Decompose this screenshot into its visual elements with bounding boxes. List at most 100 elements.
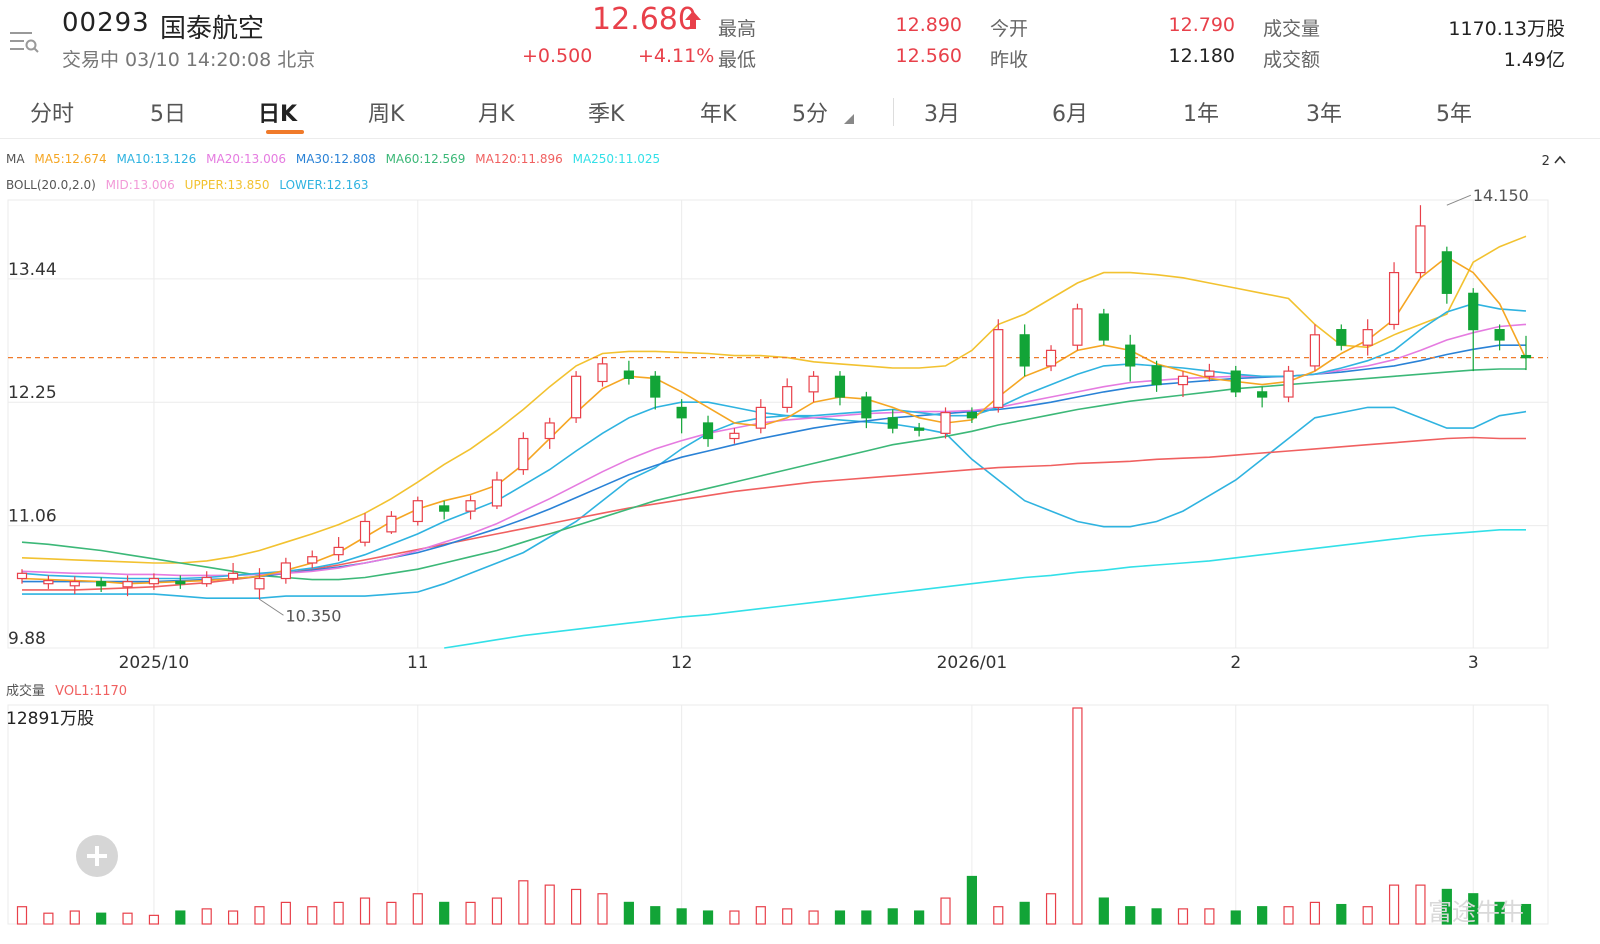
x-tick-label: 3: [1468, 653, 1479, 673]
candle-body: [307, 556, 318, 564]
candle-body: [729, 432, 740, 440]
kline-chart[interactable]: 13.44 12.25 11.06 9.88 2025/10 11 12 2026/01 2 3 1…: [0, 0, 1600, 944]
candle-body: [69, 581, 80, 587]
candle-body: [491, 479, 503, 507]
volume-bar: [1072, 707, 1083, 925]
candle-body: [1415, 225, 1426, 274]
candle-body: [808, 375, 819, 393]
volume-bar: [1309, 901, 1321, 925]
volume-bar: [597, 893, 608, 925]
candle-body: [861, 396, 872, 419]
candle-body: [650, 375, 661, 398]
volume-bar: [966, 875, 977, 925]
y-tick-label: 12.25: [8, 383, 57, 403]
candle-body: [544, 422, 555, 440]
high-annotation: 14.150: [1473, 186, 1529, 205]
volume-bar: [439, 901, 450, 925]
volume-bar: [676, 908, 687, 925]
candle-body: [412, 500, 423, 523]
volume-bar: [1283, 906, 1294, 925]
candle-body: [465, 500, 476, 512]
volume-bar: [914, 910, 925, 925]
candle-body: [1520, 354, 1532, 359]
candle-body: [518, 437, 529, 471]
candle-body: [201, 576, 212, 585]
volume-legend-value: VOL1:1170: [55, 684, 128, 699]
candle-body: [1177, 375, 1189, 386]
candle-body: [940, 411, 951, 434]
volume-bar: [887, 908, 898, 925]
candle-body: [280, 562, 291, 580]
candle-body: [887, 417, 898, 429]
volume-bar: [623, 901, 634, 925]
candle-body: [359, 520, 371, 543]
volume-bar: [861, 910, 872, 925]
candle-body: [1362, 329, 1373, 346]
volume-bar: [69, 910, 80, 925]
low-annotation: 10.350: [285, 606, 341, 625]
candle-body: [1388, 271, 1400, 326]
ma120-line: [22, 436, 1526, 591]
volume-bar: [1177, 908, 1189, 925]
volume-bar: [650, 906, 661, 925]
volume-bar: [755, 906, 766, 925]
volume-bar: [1045, 893, 1057, 925]
ma250-line: [444, 528, 1526, 649]
volume-bar: [43, 912, 54, 925]
candle-body: [755, 406, 766, 429]
candle-body: [43, 579, 54, 585]
candle-body: [1494, 329, 1505, 341]
volume-bar: [571, 888, 582, 925]
volume-bar: [148, 914, 160, 925]
candle-body: [1230, 370, 1241, 393]
ma5-line: [21, 256, 1527, 585]
candle-body: [1204, 370, 1215, 377]
candle-body: [834, 375, 846, 398]
candle-body: [1468, 292, 1479, 331]
volume-bar: [201, 908, 212, 925]
ma30-line: [22, 344, 1526, 583]
volume-bar: [544, 884, 555, 925]
volume-bar: [808, 910, 819, 925]
volume-max-label: 12891万股: [6, 709, 95, 729]
add-indicator-button[interactable]: [76, 835, 118, 877]
volume-bar: [1336, 903, 1347, 925]
volume-bar: [834, 910, 846, 925]
x-tick-label: 12: [671, 653, 693, 673]
candle-body: [254, 577, 265, 590]
x-tick-label: 2025/10: [119, 653, 190, 673]
x-tick-label: 2: [1230, 653, 1241, 673]
watermark: 富途牛牛: [1428, 898, 1524, 926]
volume-bar: [1019, 901, 1030, 925]
candle-body: [782, 386, 793, 409]
volume-bar: [940, 897, 951, 925]
volume-bar: [280, 901, 291, 925]
candle-body: [1309, 334, 1321, 367]
volume-bar: [1415, 884, 1426, 925]
candle-body: [1098, 313, 1109, 341]
volume-bar: [359, 897, 371, 925]
candle-body: [1257, 391, 1268, 398]
x-tick-label: 11: [407, 653, 429, 673]
candle-body: [966, 411, 977, 419]
candle-body: [1125, 344, 1136, 367]
volume-pane-border: [7, 704, 1549, 925]
low-annotation-leader: [259, 598, 284, 616]
candle-body: [439, 505, 450, 512]
volume-legend[interactable]: 成交量 VOL1:1170: [6, 680, 133, 699]
volume-bar: [122, 912, 133, 925]
volume-bar: [465, 901, 476, 925]
y-tick-label: 11.06: [8, 507, 57, 527]
x-tick-label: 2026/01: [937, 653, 1008, 673]
candle-body: [1072, 308, 1083, 346]
y-tick-label: 9.88: [8, 629, 46, 649]
candle-body: [1019, 334, 1030, 367]
price-pane-border: [7, 199, 1549, 649]
ma10-line: [21, 302, 1527, 580]
candle-body: [623, 370, 634, 379]
volume-bar: [702, 910, 714, 925]
volume-bar: [729, 910, 740, 925]
volume-bar: [16, 906, 28, 925]
candle-body: [122, 581, 133, 588]
volume-bar: [1257, 906, 1268, 925]
